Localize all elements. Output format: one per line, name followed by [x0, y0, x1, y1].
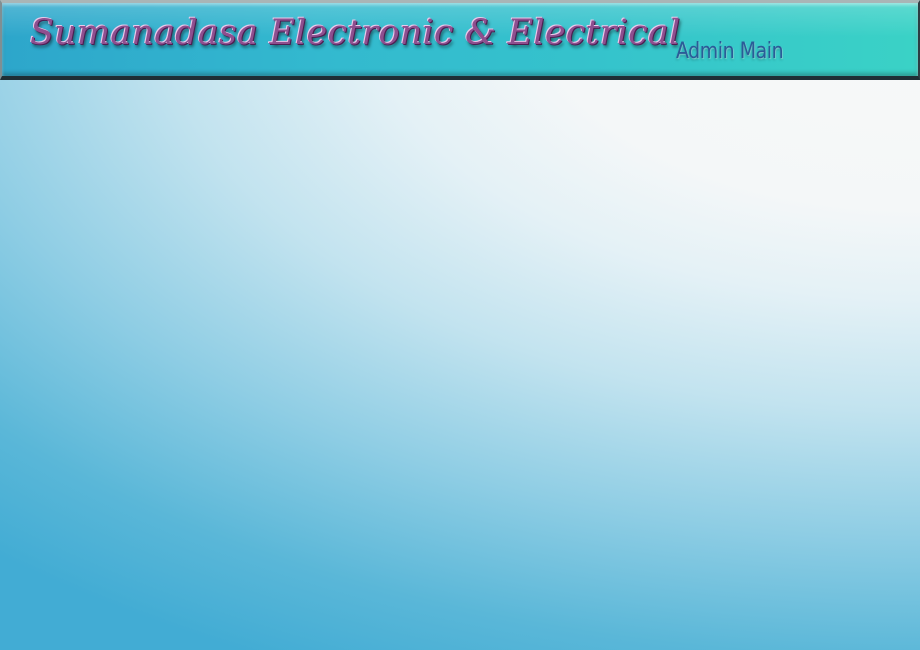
app-title: Sumanadasa Electronic & Electrical	[30, 13, 681, 53]
page-label: Admin Main	[676, 39, 784, 64]
header-bar: Sumanadasa Electronic & Electrical Admin…	[0, 0, 920, 80]
main-content-area	[0, 80, 920, 650]
